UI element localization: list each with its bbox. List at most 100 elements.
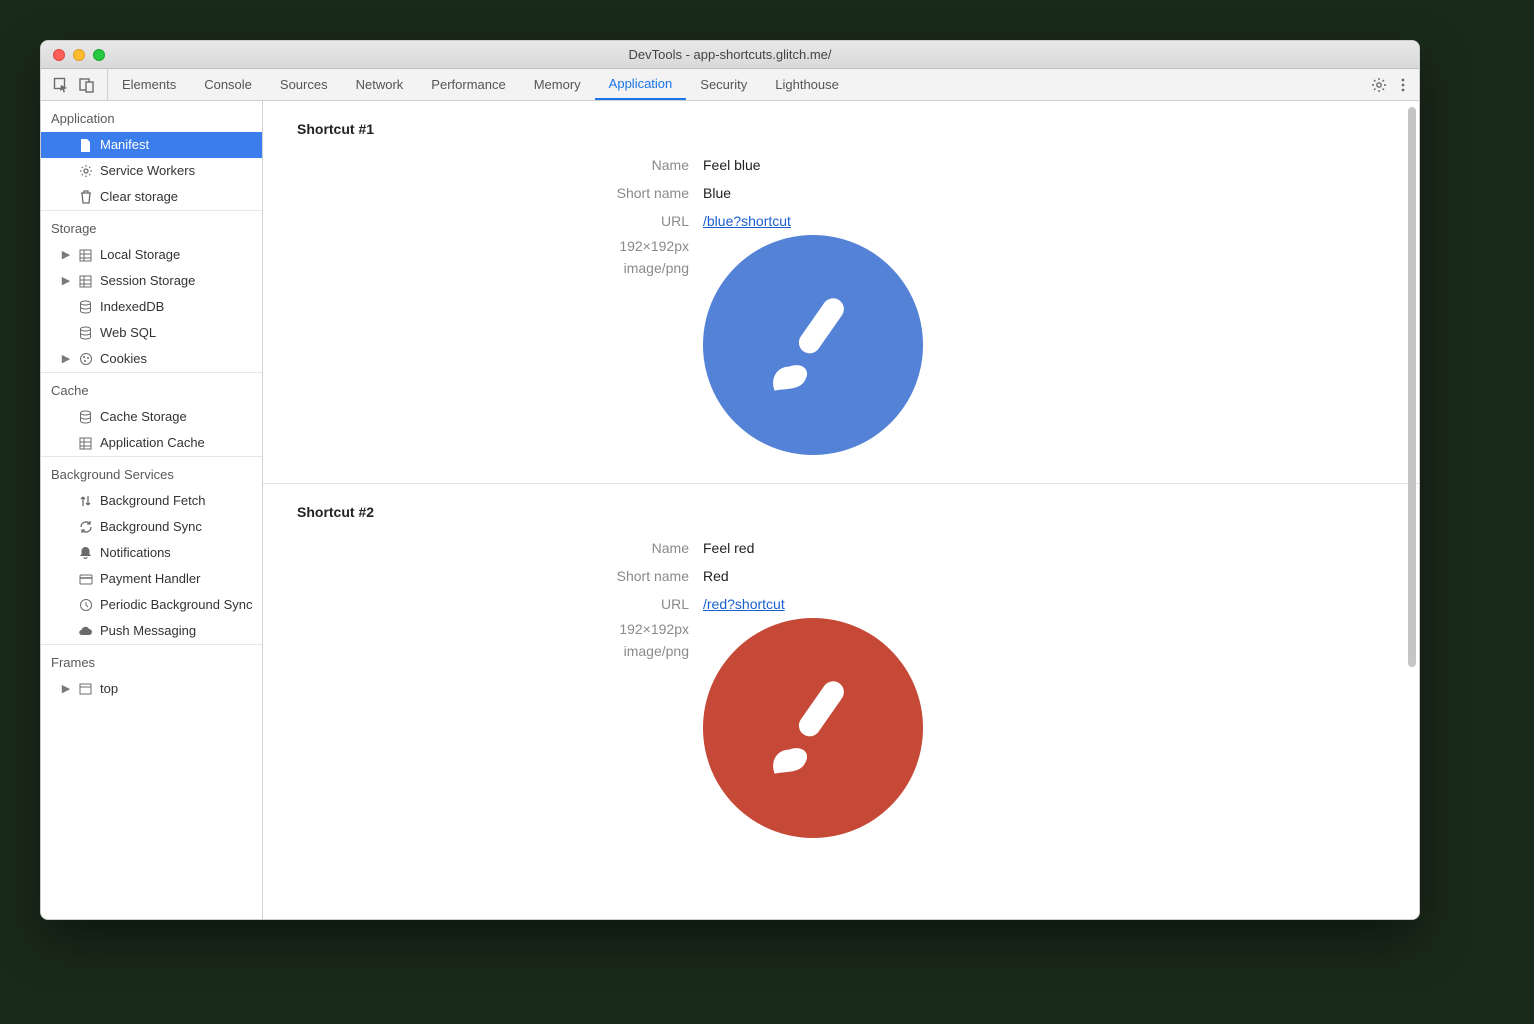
db-icon <box>78 326 93 341</box>
sidebar-item-push-messaging[interactable]: Push Messaging <box>41 618 262 644</box>
devtools-window: DevTools - app-shortcuts.glitch.me/ Elem… <box>40 40 1420 920</box>
clock-icon <box>78 598 93 613</box>
group-background-services: Background Services <box>41 456 262 488</box>
group-storage: Storage <box>41 210 262 242</box>
sidebar-item-label: Payment Handler <box>100 569 200 589</box>
sidebar-item-label: Notifications <box>100 543 171 563</box>
sidebar-item-label: Cookies <box>100 349 147 369</box>
sidebar-item-label: top <box>100 679 118 699</box>
manifest-content: Shortcut #1 Name Feel blue Short name Bl… <box>263 101 1419 919</box>
group-cache: Cache <box>41 372 262 404</box>
field-value: Blue <box>703 185 731 201</box>
sidebar-item-session-storage[interactable]: ▶ Session Storage <box>41 268 262 294</box>
sidebar-item-application-cache[interactable]: Application Cache <box>41 430 262 456</box>
expand-arrow-icon[interactable]: ▶ <box>61 245 71 265</box>
grid-icon <box>78 248 93 263</box>
tab-sources[interactable]: Sources <box>266 69 342 100</box>
settings-icon[interactable] <box>1371 77 1387 93</box>
sidebar-item-label: IndexedDB <box>100 297 164 317</box>
sidebar-item-cache-storage[interactable]: Cache Storage <box>41 404 262 430</box>
sidebar-item-websql[interactable]: Web SQL <box>41 320 262 346</box>
more-icon[interactable] <box>1401 77 1405 93</box>
db-icon <box>78 300 93 315</box>
icon-mime: image/png <box>263 257 689 279</box>
cloud-icon <box>78 624 93 639</box>
shortcut-section: Shortcut #2 Name Feel red Short name Red… <box>263 484 1419 866</box>
shortcut-url-link[interactable]: /blue?shortcut <box>703 213 791 229</box>
tab-performance[interactable]: Performance <box>417 69 519 100</box>
window-icon <box>78 682 93 697</box>
gear-icon <box>78 164 93 179</box>
icon-dimensions: 192×192px <box>263 618 689 640</box>
close-window-button[interactable] <box>53 49 65 61</box>
sidebar-item-label: Background Sync <box>100 517 202 537</box>
shortcut-icon-image <box>703 235 923 455</box>
sidebar-item-label: Manifest <box>100 135 149 155</box>
sidebar-item-clear-storage[interactable]: Clear storage <box>41 184 262 210</box>
tab-memory[interactable]: Memory <box>520 69 595 100</box>
field-label: Name <box>263 157 703 173</box>
expand-arrow-icon[interactable]: ▶ <box>61 271 71 291</box>
sidebar-item-periodic-sync[interactable]: Periodic Background Sync <box>41 592 262 618</box>
panel-tabs: Elements Console Sources Network Perform… <box>108 69 853 100</box>
window-title: DevTools - app-shortcuts.glitch.me/ <box>628 47 831 62</box>
db-icon <box>78 410 93 425</box>
tab-network[interactable]: Network <box>342 69 418 100</box>
cookie-icon <box>78 352 93 367</box>
application-sidebar: Application Manifest Service Workers Cle… <box>41 101 263 919</box>
window-controls <box>41 49 105 61</box>
minimize-window-button[interactable] <box>73 49 85 61</box>
expand-arrow-icon[interactable]: ▶ <box>61 349 71 369</box>
sidebar-item-label: Local Storage <box>100 245 180 265</box>
field-label: URL <box>263 213 703 229</box>
field-value: Feel blue <box>703 157 761 173</box>
icon-dimensions: 192×192px <box>263 235 689 257</box>
sidebar-item-manifest[interactable]: Manifest <box>41 132 262 158</box>
titlebar: DevTools - app-shortcuts.glitch.me/ <box>41 41 1419 69</box>
group-application: Application <box>41 101 262 132</box>
scrollbar[interactable] <box>1408 107 1416 667</box>
tab-console[interactable]: Console <box>190 69 266 100</box>
field-value: Feel red <box>703 540 754 556</box>
grid-icon <box>78 274 93 289</box>
sidebar-item-label: Cache Storage <box>100 407 187 427</box>
inspect-icon[interactable] <box>53 77 69 93</box>
group-frames: Frames <box>41 644 262 676</box>
trash-icon <box>78 190 93 205</box>
sidebar-item-indexeddb[interactable]: IndexedDB <box>41 294 262 320</box>
sidebar-item-label: Session Storage <box>100 271 195 291</box>
sidebar-item-background-sync[interactable]: Background Sync <box>41 514 262 540</box>
shortcut-section: Shortcut #1 Name Feel blue Short name Bl… <box>263 101 1419 484</box>
tab-lighthouse[interactable]: Lighthouse <box>761 69 853 100</box>
grid-icon <box>78 436 93 451</box>
sidebar-item-label: Clear storage <box>100 187 178 207</box>
tab-application[interactable]: Application <box>595 69 687 100</box>
sidebar-item-label: Application Cache <box>100 433 205 453</box>
sidebar-item-cookies[interactable]: ▶ Cookies <box>41 346 262 372</box>
file-icon <box>78 138 93 153</box>
sidebar-item-local-storage[interactable]: ▶ Local Storage <box>41 242 262 268</box>
sidebar-item-background-fetch[interactable]: Background Fetch <box>41 488 262 514</box>
card-icon <box>78 572 93 587</box>
shortcut-icon-image <box>703 618 923 838</box>
sidebar-item-top-frame[interactable]: ▶ top <box>41 676 262 702</box>
expand-arrow-icon[interactable]: ▶ <box>61 679 71 699</box>
sidebar-item-notifications[interactable]: Notifications <box>41 540 262 566</box>
tab-security[interactable]: Security <box>686 69 761 100</box>
updown-icon <box>78 494 93 509</box>
sidebar-item-service-workers[interactable]: Service Workers <box>41 158 262 184</box>
bell-icon <box>78 546 93 561</box>
sidebar-item-label: Periodic Background Sync <box>100 595 252 615</box>
shortcut-url-link[interactable]: /red?shortcut <box>703 596 785 612</box>
field-label: Short name <box>263 568 703 584</box>
sync-icon <box>78 520 93 535</box>
sidebar-item-label: Background Fetch <box>100 491 206 511</box>
shortcut-heading: Shortcut #2 <box>263 504 1419 520</box>
device-toggle-icon[interactable] <box>79 77 95 93</box>
shortcut-heading: Shortcut #1 <box>263 121 1419 137</box>
tab-elements[interactable]: Elements <box>108 69 190 100</box>
field-label: URL <box>263 596 703 612</box>
icon-mime: image/png <box>263 640 689 662</box>
sidebar-item-payment-handler[interactable]: Payment Handler <box>41 566 262 592</box>
zoom-window-button[interactable] <box>93 49 105 61</box>
